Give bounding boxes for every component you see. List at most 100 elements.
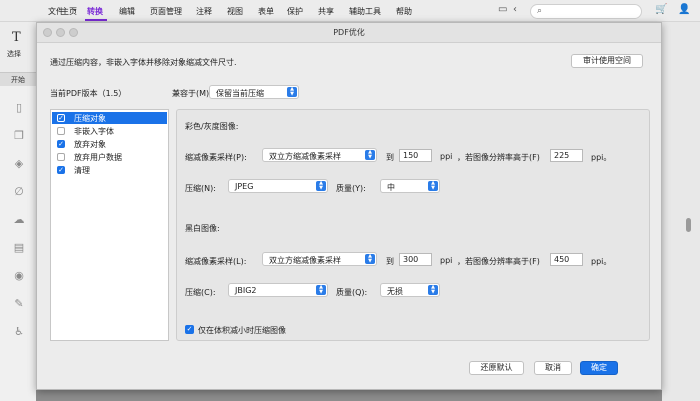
pages-icon[interactable]: ❐ bbox=[12, 129, 26, 143]
chevron-updown-icon: ▲ ▼ bbox=[316, 285, 326, 295]
checkbox-unembed-fonts[interactable] bbox=[57, 127, 65, 135]
list-item[interactable]: 非嵌入字体 bbox=[52, 125, 167, 137]
search-icon: ⌕ bbox=[537, 6, 543, 16]
menu-page-manage[interactable]: 页面管理 bbox=[150, 6, 182, 17]
select-text-icon: T bbox=[12, 30, 21, 45]
menu-share[interactable]: 共享 bbox=[318, 6, 334, 17]
menu-annotate[interactable]: 注释 bbox=[196, 6, 212, 17]
search-input[interactable]: ⌕ bbox=[530, 4, 642, 19]
dialog-description: 通过压缩内容，非嵌入字体并移除对象缩减文件尺寸. bbox=[50, 58, 237, 67]
menu-accessibility[interactable]: 辅助工具 bbox=[349, 6, 381, 17]
list-item[interactable]: ✓ 清理 bbox=[52, 164, 167, 176]
mono-above-unit: ppi。 bbox=[591, 257, 612, 266]
chevron-updown-icon: ▲ ▼ bbox=[365, 254, 375, 264]
layers-icon[interactable]: ◈ bbox=[12, 157, 26, 171]
chevron-updown-icon: ▲ ▼ bbox=[428, 181, 438, 191]
list-item-label: 放弃用户数据 bbox=[74, 153, 122, 162]
color-section-heading: 彩色/灰度图像: bbox=[185, 122, 239, 131]
list-item-label: 放弃对象 bbox=[74, 140, 106, 149]
menu-bar: 文件 ⌄ 主页 转换 编辑 页面管理 注释 视图 表单 保护 共享 辅助工具 帮… bbox=[0, 0, 700, 22]
select-tool[interactable]: T 选择 bbox=[0, 22, 36, 72]
list-item-label: 清理 bbox=[74, 166, 90, 175]
list-item-label: 压缩对象 bbox=[74, 114, 106, 123]
compat-value: 保留当前压缩 bbox=[216, 89, 264, 98]
start-tab-label: 开始 bbox=[11, 76, 25, 84]
chevron-updown-icon: ▲ ▼ bbox=[428, 285, 438, 295]
bookmark-icon[interactable]: ▯ bbox=[12, 101, 26, 115]
signature-icon[interactable]: ✎ bbox=[12, 297, 26, 311]
mono-compress-select[interactable]: JBIG2 ▲ ▼ bbox=[228, 283, 328, 297]
color-ppi-unit: ppi bbox=[440, 152, 453, 161]
color-quality-select[interactable]: 中 ▲ ▼ bbox=[380, 179, 440, 193]
mono-quality-label: 质量(Q): bbox=[336, 288, 368, 297]
only-if-smaller-label: 仅在体积减小时压缩图像 bbox=[198, 326, 286, 335]
mono-if-above-label: ，若图像分辨率高于(F) bbox=[457, 257, 540, 266]
comment-icon[interactable]: ☁ bbox=[12, 213, 26, 227]
menu-convert[interactable]: 转换 bbox=[87, 6, 103, 17]
color-quality-label: 质量(Y): bbox=[336, 184, 366, 193]
accessibility-icon[interactable]: ♿ bbox=[12, 325, 26, 339]
only-if-smaller-checkbox[interactable]: ✓ bbox=[185, 325, 194, 334]
menu-protect[interactable]: 保护 bbox=[287, 6, 303, 17]
mono-above-input[interactable]: 450 bbox=[550, 253, 583, 266]
select-label: 选择 bbox=[7, 50, 21, 58]
pdf-version-label: 当前PDF版本（1.5） bbox=[50, 89, 127, 98]
chevron-updown-icon: ▲ ▼ bbox=[287, 87, 297, 97]
mono-downsample-label: 缩减像素采样(L): bbox=[185, 257, 247, 266]
color-downsample-value: 双立方缩减像素采样 bbox=[269, 152, 341, 161]
color-compress-select[interactable]: JPEG ▲ ▼ bbox=[228, 179, 328, 193]
list-item[interactable]: 放弃用户数据 bbox=[52, 151, 167, 163]
scrollbar-thumb[interactable] bbox=[686, 218, 691, 232]
color-downsample-select[interactable]: 双立方缩减像素采样 ▲ ▼ bbox=[262, 148, 377, 162]
color-to-label: 到 bbox=[386, 153, 394, 162]
color-above-unit: ppi。 bbox=[591, 153, 612, 162]
checkbox-discard-user-data[interactable] bbox=[57, 153, 65, 161]
menu-view[interactable]: 视图 bbox=[227, 6, 243, 17]
attachment-icon[interactable]: ∅ bbox=[12, 185, 26, 199]
menu-home-label[interactable]: 主页 bbox=[61, 6, 77, 17]
color-if-above-label: ，若图像分辨率高于(F) bbox=[457, 153, 540, 162]
mono-quality-value: 无损 bbox=[387, 287, 403, 296]
audit-space-button[interactable]: 审计使用空间 bbox=[571, 54, 643, 68]
color-ppi-input[interactable]: 150 bbox=[399, 149, 432, 162]
dialog-title: PDF优化 bbox=[333, 28, 365, 37]
chevron-updown-icon: ▲ ▼ bbox=[316, 181, 326, 191]
checkbox-compress[interactable]: ✓ bbox=[57, 114, 65, 122]
start-tab[interactable]: 开始 bbox=[0, 72, 36, 86]
mono-compress-label: 压缩(C): bbox=[185, 288, 216, 297]
restore-defaults-button[interactable]: 还原默认 bbox=[469, 361, 524, 375]
compat-label: 兼容于(M): bbox=[172, 89, 212, 98]
user-icon[interactable]: 👤 bbox=[678, 4, 690, 15]
color-compress-label: 压缩(N): bbox=[185, 184, 216, 193]
left-rail: ▯ ❐ ◈ ∅ ☁ ▤ ◉ ✎ ♿ bbox=[0, 86, 36, 401]
mono-ppi-input[interactable]: 300 bbox=[399, 253, 432, 266]
mono-downsample-select[interactable]: 双立方缩减像素采样 ▲ ▼ bbox=[262, 252, 377, 266]
mono-quality-select[interactable]: 无损 ▲ ▼ bbox=[380, 283, 440, 297]
mono-compress-value: JBIG2 bbox=[235, 286, 257, 295]
color-quality-value: 中 bbox=[387, 183, 395, 192]
cart-icon[interactable]: 🛒 bbox=[655, 4, 667, 15]
menu-form[interactable]: 表单 bbox=[258, 6, 274, 17]
checkbox-clean[interactable]: ✓ bbox=[57, 166, 65, 174]
compat-select[interactable]: 保留当前压缩 ▲ ▼ bbox=[209, 85, 299, 99]
list-item[interactable]: ✓ 压缩对象 bbox=[52, 112, 167, 124]
mono-section-heading: 黑白图像: bbox=[185, 224, 220, 233]
ok-button[interactable]: 确定 bbox=[580, 361, 618, 375]
active-tab-indicator bbox=[85, 19, 107, 21]
mono-to-label: 到 bbox=[386, 257, 394, 266]
list-item[interactable]: ✓ 放弃对象 bbox=[52, 138, 167, 150]
color-above-input[interactable]: 225 bbox=[550, 149, 583, 162]
back-icon[interactable]: ‹ bbox=[513, 4, 517, 15]
checkbox-discard-objects[interactable]: ✓ bbox=[57, 140, 65, 148]
mono-downsample-value: 双立方缩减像素采样 bbox=[269, 256, 341, 265]
location-icon[interactable]: ◉ bbox=[12, 269, 26, 283]
menu-help[interactable]: 帮助 bbox=[396, 6, 412, 17]
pdf-optimize-dialog: PDF优化 通过压缩内容，非嵌入字体并移除对象缩减文件尺寸. 审计使用空间 当前… bbox=[36, 22, 662, 390]
chevron-updown-icon: ▲ ▼ bbox=[365, 150, 375, 160]
cancel-button[interactable]: 取消 bbox=[534, 361, 572, 375]
color-compress-value: JPEG bbox=[235, 182, 254, 191]
document-icon[interactable]: ▤ bbox=[12, 241, 26, 255]
window-restore-icon[interactable]: ▭ bbox=[498, 4, 507, 15]
optimize-category-list: ✓ 压缩对象 非嵌入字体 ✓ 放弃对象 放弃用户数据 ✓ 清理 bbox=[50, 109, 169, 341]
menu-edit[interactable]: 编辑 bbox=[119, 6, 135, 17]
